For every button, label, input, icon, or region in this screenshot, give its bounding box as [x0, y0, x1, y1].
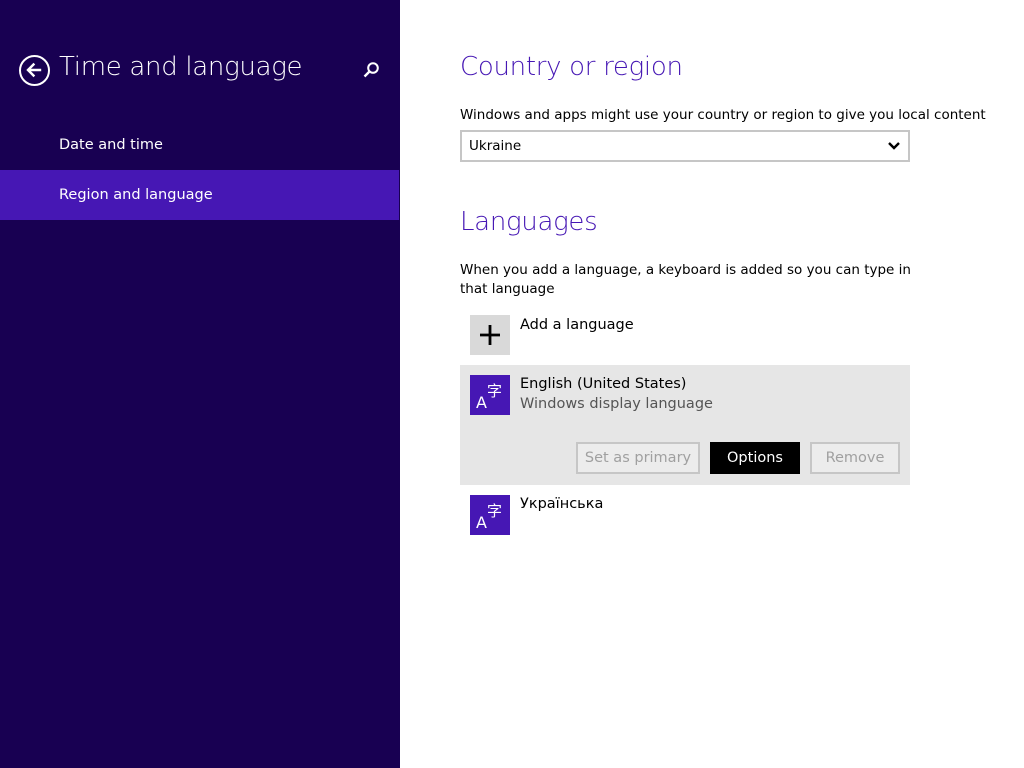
country-select-value: Ukraine	[469, 138, 522, 154]
language-tile: A 字	[470, 495, 510, 535]
languages-heading: Languages	[460, 207, 598, 237]
page-title: Time and language	[59, 52, 303, 82]
language-subtitle: Windows display language	[520, 396, 713, 412]
remove-button[interactable]: Remove	[810, 442, 900, 474]
add-language-button[interactable]: Add a language	[460, 310, 910, 362]
language-icon: A 字	[476, 382, 502, 412]
svg-text:A: A	[476, 513, 487, 532]
sidebar-item-label: Region and language	[59, 187, 213, 203]
chevron-down-icon	[888, 142, 900, 150]
search-button[interactable]	[360, 60, 382, 82]
main-content: Country or region Windows and apps might…	[400, 0, 1024, 768]
sidebar-item-label: Date and time	[59, 137, 163, 153]
language-name: English (United States)	[520, 376, 687, 392]
add-language-label: Add a language	[520, 317, 634, 333]
plus-tile	[470, 315, 510, 355]
svg-text:A: A	[476, 393, 487, 412]
languages-description: When you add a language, a keyboard is a…	[460, 262, 911, 297]
language-tile: A 字	[470, 375, 510, 415]
search-icon	[363, 62, 379, 78]
svg-text:字: 字	[487, 382, 502, 400]
country-select[interactable]: Ukraine	[460, 130, 910, 162]
options-button[interactable]: Options	[710, 442, 800, 474]
svg-text:字: 字	[487, 502, 502, 520]
sidebar: Time and language Date and time Region a…	[0, 0, 400, 768]
language-name: Українська	[520, 496, 604, 512]
back-arrow-icon	[26, 62, 42, 78]
country-description: Windows and apps might use your country …	[460, 107, 986, 123]
language-item-ukrainian[interactable]: A 字 Українська	[460, 485, 910, 545]
set-as-primary-button[interactable]: Set as primary	[576, 442, 700, 474]
sidebar-item-region-and-language[interactable]: Region and language	[0, 170, 399, 220]
country-heading: Country or region	[460, 52, 683, 82]
language-item-english[interactable]: A 字 English (United States) Windows disp…	[460, 365, 910, 485]
plus-icon	[480, 325, 500, 345]
sidebar-item-date-and-time[interactable]: Date and time	[0, 120, 399, 170]
language-icon: A 字	[476, 502, 502, 532]
back-button[interactable]	[19, 55, 50, 86]
